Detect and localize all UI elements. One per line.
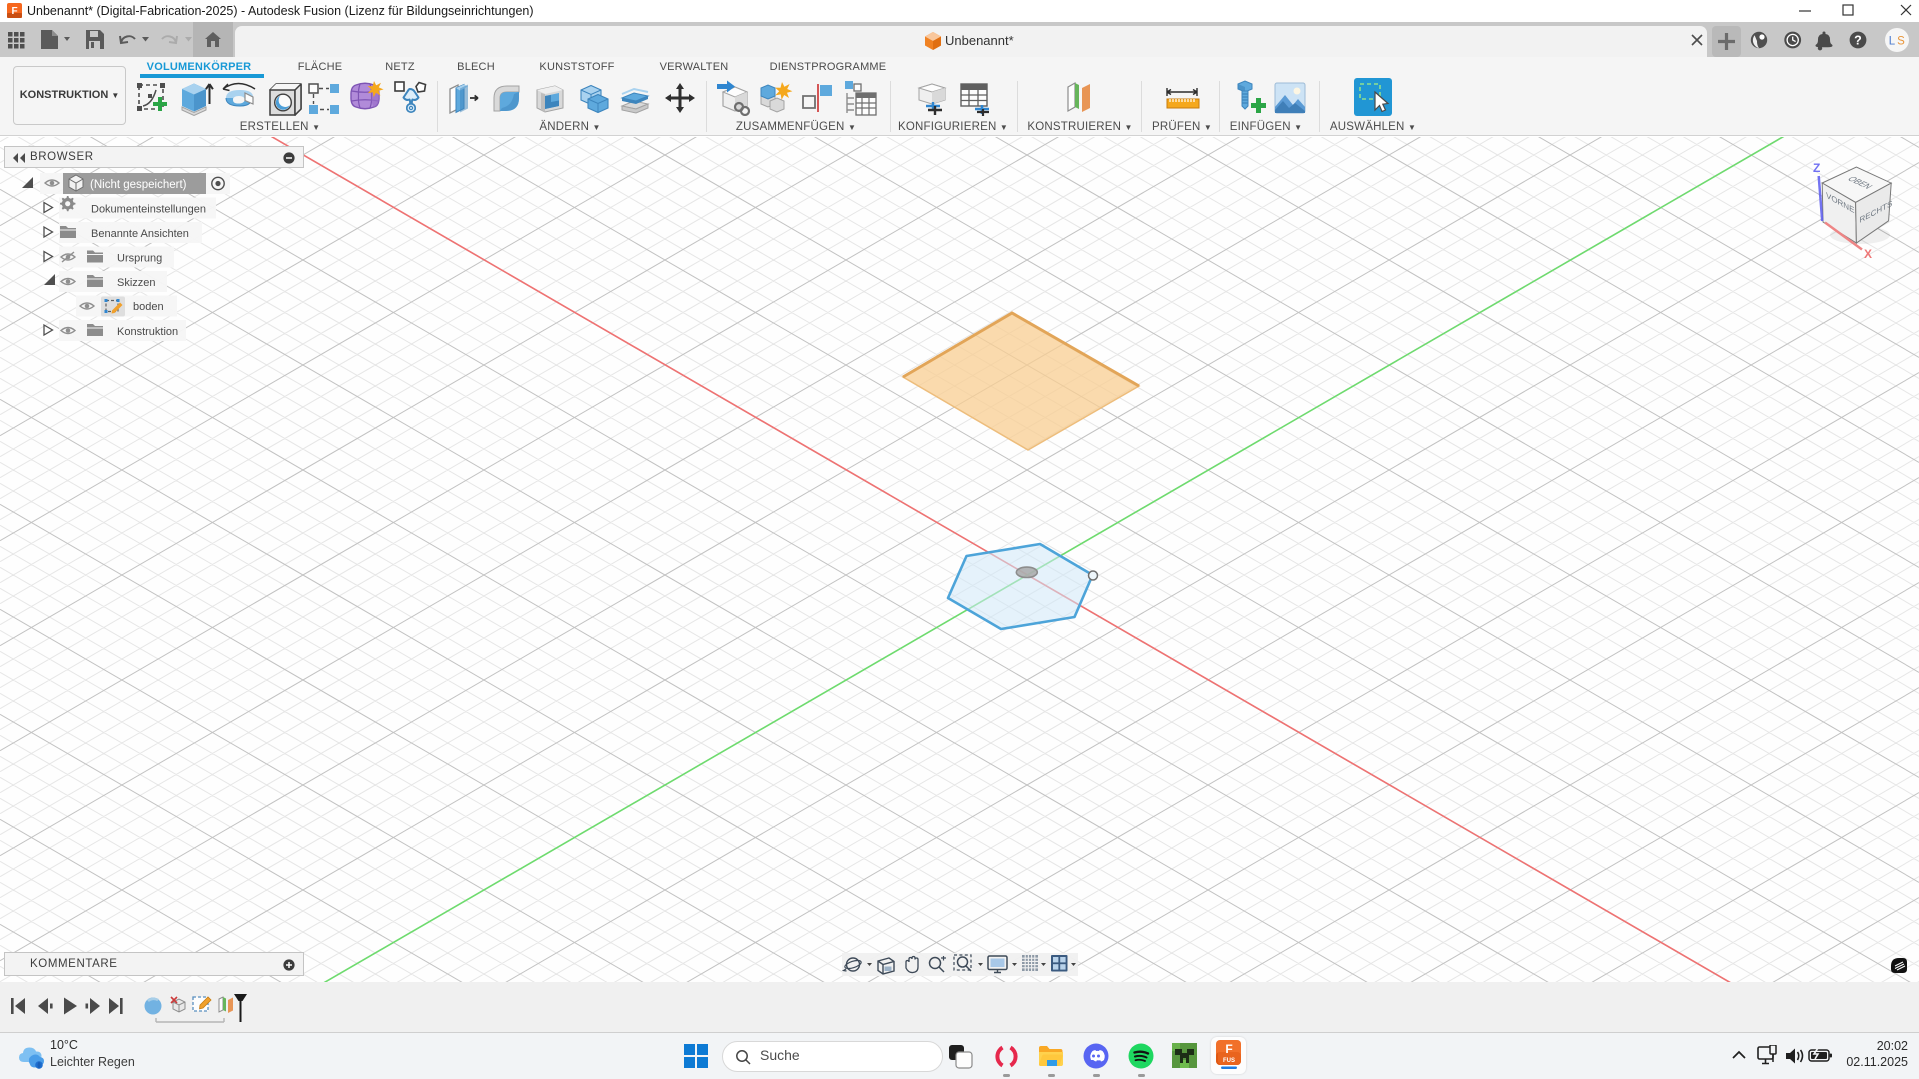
svg-text:Skizzen: Skizzen xyxy=(117,277,156,289)
svg-text:?: ? xyxy=(1854,33,1862,47)
svg-text:(Nicht gespeichert): (Nicht gespeichert) xyxy=(90,179,187,191)
svg-text:FUS: FUS xyxy=(1223,1058,1235,1064)
svg-text:Konstruktion: Konstruktion xyxy=(117,326,178,338)
svg-text:X: X xyxy=(1864,247,1872,261)
svg-text:F: F xyxy=(1225,1042,1232,1056)
svg-text:Dokumenteinstellungen: Dokumenteinstellungen xyxy=(91,204,206,216)
svg-text:Z: Z xyxy=(1813,161,1820,175)
svg-text:boden: boden xyxy=(133,301,164,313)
svg-text:Ursprung: Ursprung xyxy=(117,253,162,265)
svg-text:Benannte Ansichten: Benannte Ansichten xyxy=(91,228,189,240)
svg-text:S: S xyxy=(1897,36,1905,48)
svg-text:F: F xyxy=(11,6,17,17)
svg-text:L: L xyxy=(1889,36,1896,48)
